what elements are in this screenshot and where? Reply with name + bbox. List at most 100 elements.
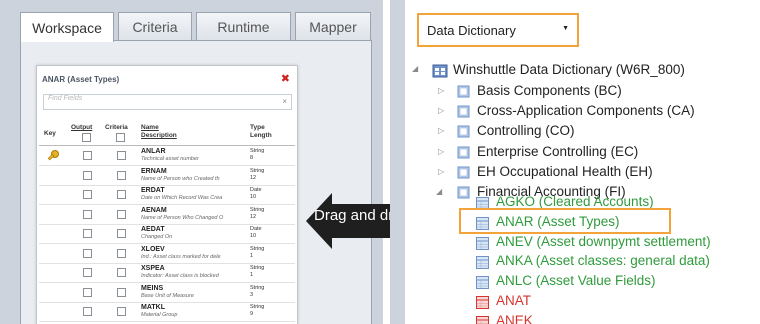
- output-checkbox[interactable]: [83, 151, 92, 160]
- criteria-checkbox[interactable]: [117, 190, 126, 199]
- collapse-arrow-icon[interactable]: ◢: [412, 64, 418, 73]
- table-icon: [476, 276, 489, 290]
- tree-folder-item[interactable]: EH Occupational Health (EH): [477, 164, 653, 182]
- table-group-icon: [457, 125, 470, 138]
- table-icon: [476, 256, 489, 270]
- output-checkbox[interactable]: [83, 209, 92, 219]
- tree-table-item[interactable]: ANEK: [496, 313, 533, 324]
- tab-mapper[interactable]: Mapper: [295, 12, 371, 41]
- field-row[interactable]: AENAM Name of Person Who Changed O String 1…: [39, 206, 295, 225]
- field-name: ERDAT: [141, 187, 165, 194]
- output-column-header[interactable]: Output: [71, 124, 92, 132]
- tab-runtime[interactable]: Runtime: [196, 12, 291, 41]
- output-checkbox[interactable]: [83, 287, 92, 297]
- field-row[interactable]: XLOEV Ind.: Asset class marked for dele St…: [39, 245, 295, 264]
- criteria-column-header: Criteria: [105, 124, 128, 131]
- length-column-header: Length: [250, 132, 272, 139]
- table-group-icon: [457, 105, 470, 118]
- collapse-arrow-icon[interactable]: ◢: [436, 187, 442, 196]
- table-fields-window: ANAR (Asset Types) ✖ Find Fields × Key O…: [36, 65, 298, 324]
- expand-arrow-icon[interactable]: ▷: [438, 106, 444, 115]
- tree-folder-item[interactable]: Cross-Application Components (CA): [477, 103, 695, 121]
- find-fields-input[interactable]: Find Fields: [43, 94, 292, 110]
- tab-bar: Workspace Criteria Runtime Mapper: [20, 12, 375, 42]
- tree-folder-item[interactable]: Basis Components (BC): [477, 83, 622, 101]
- table-group-icon: [457, 85, 470, 98]
- table-group-icon: [457, 166, 470, 179]
- criteria-checkbox[interactable]: [117, 287, 126, 297]
- field-type: Date: [250, 226, 262, 232]
- field-name: XSPEA: [141, 265, 165, 272]
- criteria-select-all-checkbox[interactable]: [116, 133, 125, 142]
- field-description: Date on Which Record Was Crea: [141, 195, 223, 201]
- field-type: String: [250, 245, 265, 252]
- tab-workspace[interactable]: Workspace: [20, 12, 114, 42]
- field-description: Material Group: [141, 312, 178, 318]
- output-checkbox[interactable]: [83, 248, 92, 258]
- field-length: 1: [250, 252, 254, 259]
- field-row[interactable]: AEDAT Changed On Date 10: [39, 225, 295, 244]
- output-checkbox[interactable]: [83, 268, 92, 277]
- field-row[interactable]: ERNAM Name of Person who Created th String…: [39, 167, 295, 186]
- field-description: Technical asset number: [141, 156, 199, 162]
- field-type: String: [250, 265, 265, 271]
- field-length: 1: [250, 272, 254, 278]
- field-row[interactable]: XSPEA Indicator: Asset class is blocked St…: [39, 264, 295, 283]
- clear-search-icon[interactable]: ×: [282, 97, 287, 106]
- criteria-checkbox[interactable]: [117, 151, 126, 160]
- output-checkbox[interactable]: [83, 170, 92, 180]
- criteria-checkbox[interactable]: [117, 248, 126, 258]
- tree-table-item[interactable]: ANAT: [496, 293, 531, 311]
- close-icon[interactable]: ✖: [281, 72, 290, 85]
- expand-arrow-icon[interactable]: ▷: [438, 167, 444, 176]
- expand-arrow-icon[interactable]: ▷: [438, 147, 444, 156]
- tree-root-label[interactable]: Winshuttle Data Dictionary (W6R_800): [453, 62, 685, 80]
- field-description: Name of Person who Created th: [141, 175, 220, 182]
- field-name: MATKL: [141, 304, 165, 311]
- field-row[interactable]: MEINS Base Unit of Measure String 3: [39, 284, 295, 303]
- criteria-checkbox[interactable]: [117, 268, 126, 277]
- tree-table-item[interactable]: ANKA (Asset classes: general data): [496, 253, 710, 271]
- field-length: 12: [250, 174, 257, 181]
- criteria-checkbox[interactable]: [117, 170, 126, 180]
- criteria-checkbox[interactable]: [117, 209, 126, 219]
- field-row[interactable]: ANLAR Technical asset number String 8: [39, 147, 295, 166]
- table-icon: [476, 315, 489, 324]
- expand-arrow-icon[interactable]: ▷: [438, 126, 444, 135]
- fields-window-title: ANAR (Asset Types): [42, 75, 120, 84]
- field-length: 9: [250, 311, 254, 317]
- table-group-icon: [457, 186, 470, 199]
- output-checkbox[interactable]: [83, 229, 92, 238]
- description-column-header[interactable]: Description: [141, 132, 177, 140]
- expand-arrow-icon[interactable]: ▷: [438, 86, 444, 95]
- criteria-checkbox[interactable]: [117, 229, 126, 238]
- field-length: 8: [250, 155, 254, 161]
- dropdown-caret-icon: ▼: [562, 25, 569, 32]
- output-checkbox[interactable]: [83, 307, 92, 316]
- name-column-header[interactable]: Name: [141, 124, 159, 132]
- database-icon: [432, 64, 448, 78]
- field-description: Ind.: Asset class marked for dele: [141, 253, 221, 260]
- table-icon: [476, 296, 489, 309]
- tree-table-item[interactable]: ANEV (Asset downpymt settlement): [496, 234, 711, 252]
- field-name: ERNAM: [141, 167, 167, 175]
- type-column-header: Type: [250, 124, 265, 131]
- field-row[interactable]: MATKL Material Group String 9: [39, 303, 295, 322]
- field-row[interactable]: ERDAT Date on Which Record Was Crea Date 10: [39, 186, 295, 205]
- output-checkbox[interactable]: [83, 190, 92, 199]
- field-type: String: [250, 148, 265, 154]
- field-length: 3: [250, 291, 254, 298]
- header-divider: [39, 145, 295, 146]
- field-description: Changed On: [141, 234, 173, 240]
- key-column-header: Key: [44, 130, 56, 137]
- tree-folder-item[interactable]: Enterprise Controlling (EC): [477, 144, 638, 162]
- output-select-all-checkbox[interactable]: [82, 133, 91, 142]
- tree-table-item[interactable]: ANLC (Asset Value Fields): [496, 273, 656, 291]
- field-name: AEDAT: [141, 226, 165, 233]
- criteria-checkbox[interactable]: [117, 307, 126, 316]
- tab-criteria[interactable]: Criteria: [118, 12, 192, 41]
- field-description: Name of Person Who Changed O: [141, 214, 224, 221]
- tree-folder-item[interactable]: Controlling (CO): [477, 123, 575, 141]
- dictionary-dropdown[interactable]: Data Dictionary ▼: [417, 13, 579, 47]
- field-description: Indicator: Asset class is blocked: [141, 273, 219, 279]
